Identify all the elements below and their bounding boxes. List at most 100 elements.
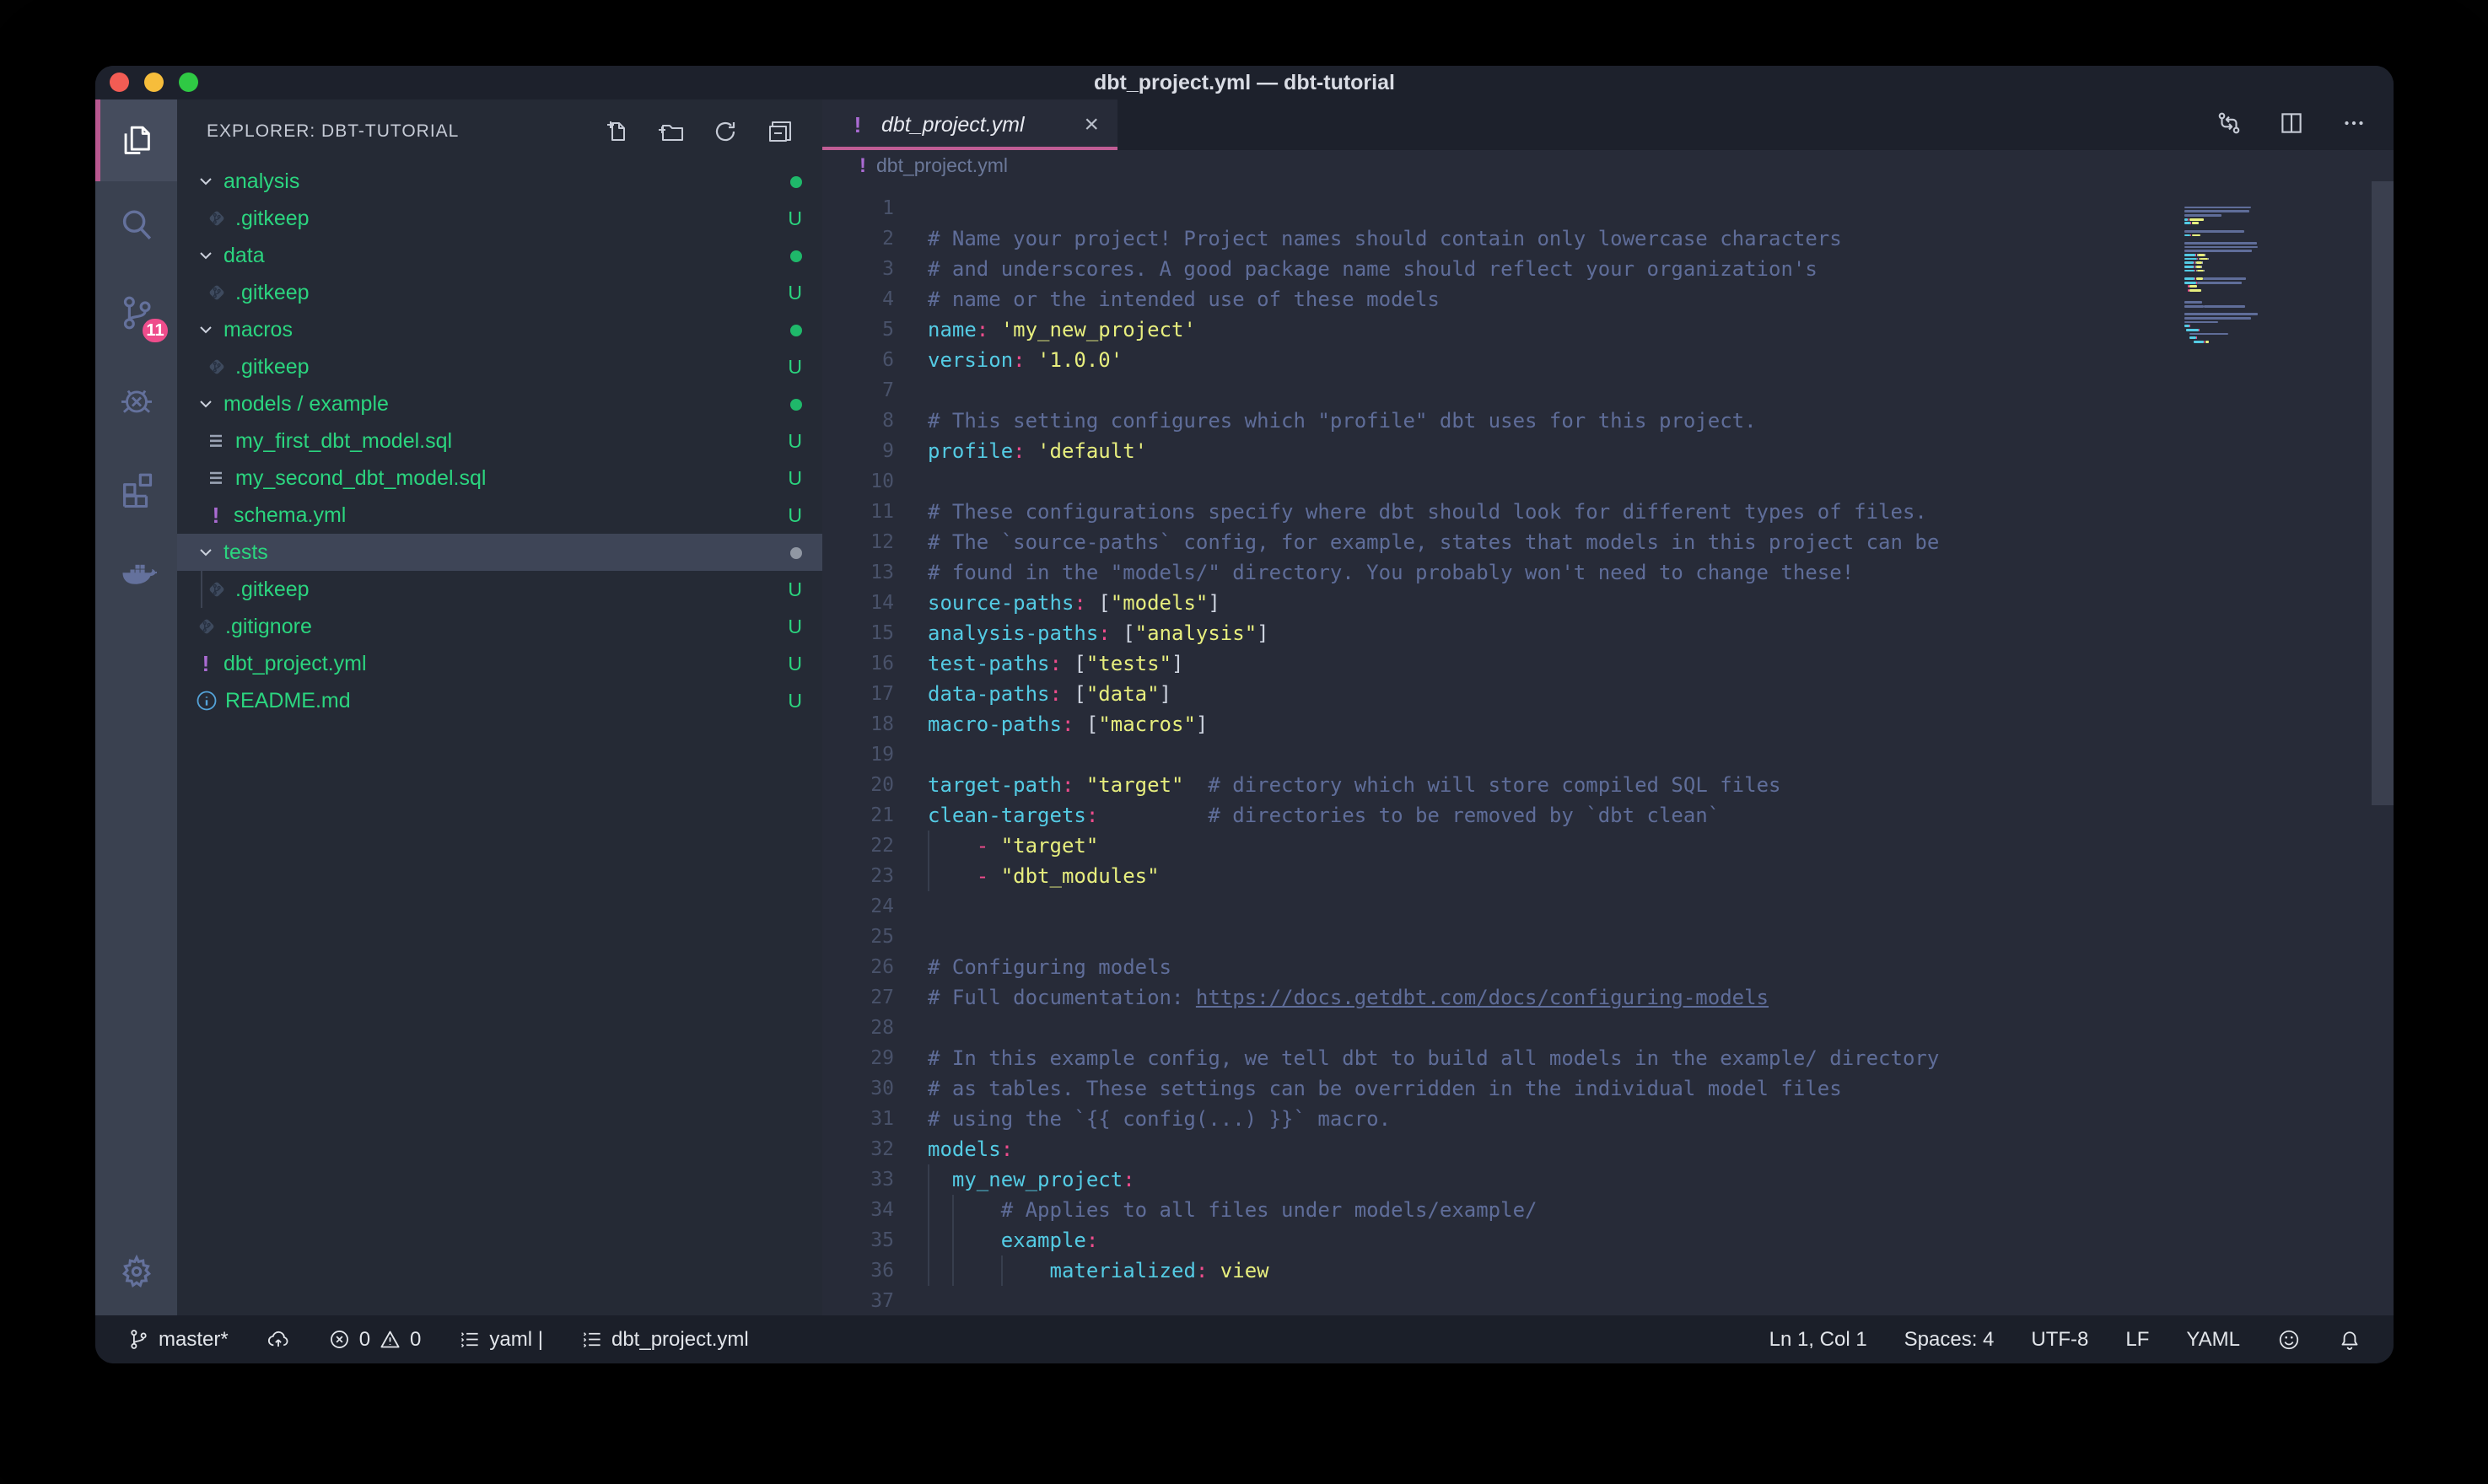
code-line-28[interactable]: 28 bbox=[822, 1013, 2394, 1043]
minimap[interactable] bbox=[2184, 202, 2353, 348]
code-line-30[interactable]: 30# as tables. These settings can be ove… bbox=[822, 1073, 2394, 1104]
code-line-10[interactable]: 10 bbox=[822, 466, 2394, 497]
tree-item-gitignore[interactable]: .gitignoreU bbox=[177, 608, 822, 645]
code-line-17[interactable]: 17data-paths: ["data"] bbox=[822, 679, 2394, 709]
tree-item-gitkeep[interactable]: .gitkeepU bbox=[177, 274, 822, 311]
code-line-14[interactable]: 14source-paths: ["models"] bbox=[822, 588, 2394, 618]
indent-guide bbox=[952, 1255, 954, 1286]
activity-docker[interactable] bbox=[95, 532, 177, 620]
code-line-6[interactable]: 6version: '1.0.0' bbox=[822, 345, 2394, 375]
statusbar-cursor-position[interactable]: Ln 1, Col 1 bbox=[1769, 1328, 1867, 1352]
minimize-window-button[interactable] bbox=[144, 73, 164, 92]
tree-item-my-second-dbt-model-sql[interactable]: my_second_dbt_model.sqlU bbox=[177, 460, 822, 497]
line-number: 6 bbox=[822, 349, 894, 371]
tree-item-gitkeep[interactable]: .gitkeepU bbox=[177, 200, 822, 237]
refresh-icon[interactable] bbox=[712, 118, 739, 145]
statusbar-notifications[interactable] bbox=[2338, 1328, 2361, 1352]
close-window-button[interactable] bbox=[110, 73, 129, 92]
code-line-24[interactable]: 24 bbox=[822, 891, 2394, 922]
traffic-lights bbox=[110, 73, 198, 92]
code-line-19[interactable]: 19 bbox=[822, 739, 2394, 770]
tree-item-schema-yml[interactable]: !schema.ymlU bbox=[177, 497, 822, 534]
code-line-25[interactable]: 25 bbox=[822, 922, 2394, 952]
tree-item-gitkeep[interactable]: .gitkeepU bbox=[177, 348, 822, 385]
code-line-9[interactable]: 9profile: 'default' bbox=[822, 436, 2394, 466]
activity-search[interactable] bbox=[95, 181, 177, 269]
titlebar[interactable]: dbt_project.yml — dbt-tutorial bbox=[95, 66, 2394, 99]
code-line-33[interactable]: 33 my_new_project: bbox=[822, 1164, 2394, 1195]
code-line-31[interactable]: 31# using the `{{ config(...) }}` macro. bbox=[822, 1104, 2394, 1134]
code-line-35[interactable]: 35 example: bbox=[822, 1225, 2394, 1255]
code-line-11[interactable]: 11# These configurations specify where d… bbox=[822, 497, 2394, 527]
more-actions-icon[interactable] bbox=[2340, 109, 2368, 137]
code-line-20[interactable]: 20target-path: "target" # directory whic… bbox=[822, 770, 2394, 800]
line-number: 3 bbox=[822, 258, 894, 280]
tree-item-macros[interactable]: macros bbox=[177, 311, 822, 348]
breadcrumb[interactable]: ! dbt_project.yml bbox=[822, 150, 2394, 181]
statusbar-publish-changes[interactable] bbox=[266, 1328, 291, 1351]
code-line-34[interactable]: 34 # Applies to all files under models/e… bbox=[822, 1195, 2394, 1225]
code-editor[interactable]: 12# Name your project! Project names sho… bbox=[822, 181, 2394, 1315]
new-file-icon[interactable] bbox=[602, 118, 629, 145]
code-line-8[interactable]: 8# This setting configures which "profil… bbox=[822, 406, 2394, 436]
statusbar-outline-language[interactable]: yaml | bbox=[458, 1328, 543, 1352]
statusbar-feedback[interactable] bbox=[2277, 1328, 2301, 1352]
statusbar-git-branch[interactable]: master* bbox=[127, 1328, 229, 1352]
statusbar-language-mode[interactable]: YAML bbox=[2186, 1328, 2240, 1352]
file-name: analysis bbox=[223, 169, 299, 194]
indent-guide bbox=[952, 1195, 954, 1225]
code-line-21[interactable]: 21clean-targets: # directories to be rem… bbox=[822, 800, 2394, 831]
code-line-32[interactable]: 32models: bbox=[822, 1134, 2394, 1164]
tab-dbt-project-yml[interactable]: ! dbt_project.yml × bbox=[822, 99, 1117, 150]
breadcrumb-file[interactable]: dbt_project.yml bbox=[876, 154, 1008, 177]
statusbar-problems[interactable]: 00 bbox=[328, 1328, 422, 1352]
code-line-7[interactable]: 7 bbox=[822, 375, 2394, 406]
tree-item-gitkeep[interactable]: .gitkeepU bbox=[177, 571, 822, 608]
activity-debug[interactable] bbox=[95, 357, 177, 444]
line-number: 23 bbox=[822, 865, 894, 887]
code-line-23[interactable]: 23 - "dbt_modules" bbox=[822, 861, 2394, 891]
tree-item-readme-md[interactable]: README.mdU bbox=[177, 682, 822, 719]
tree-item-analysis[interactable]: analysis bbox=[177, 163, 822, 200]
activity-extensions[interactable] bbox=[95, 444, 177, 532]
statusbar-encoding[interactable]: UTF-8 bbox=[2031, 1328, 2088, 1352]
code-line-36[interactable]: 36 materialized: view bbox=[822, 1255, 2394, 1286]
activity-settings[interactable] bbox=[95, 1228, 177, 1315]
tree-item-tests[interactable]: tests bbox=[177, 534, 822, 571]
code-line-12[interactable]: 12# The `source-paths` config, for examp… bbox=[822, 527, 2394, 557]
collapse-all-icon[interactable] bbox=[766, 118, 794, 145]
code-line-15[interactable]: 15analysis-paths: ["analysis"] bbox=[822, 618, 2394, 648]
code-line-16[interactable]: 16test-paths: ["tests"] bbox=[822, 648, 2394, 679]
code-line-22[interactable]: 22 - "target" bbox=[822, 831, 2394, 861]
tree-item-my-first-dbt-model-sql[interactable]: my_first_dbt_model.sqlU bbox=[177, 422, 822, 460]
tree-item-models-example[interactable]: models / example bbox=[177, 385, 822, 422]
code-line-4[interactable]: 4# name or the intended use of these mod… bbox=[822, 284, 2394, 315]
vertical-scrollbar[interactable] bbox=[2372, 181, 2394, 805]
code-line-37[interactable]: 37 bbox=[822, 1286, 2394, 1315]
open-changes-icon[interactable] bbox=[2215, 109, 2243, 137]
code-line-3[interactable]: 3# and underscores. A good package name … bbox=[822, 254, 2394, 284]
statusbar-eol[interactable]: LF bbox=[2125, 1328, 2149, 1352]
statusbar-indentation[interactable]: Spaces: 4 bbox=[1904, 1328, 1995, 1352]
line-number: 21 bbox=[822, 804, 894, 826]
scm-pending-badge: 11 bbox=[140, 316, 170, 345]
tree-item-dbt-project-yml[interactable]: !dbt_project.ymlU bbox=[177, 645, 822, 682]
code-line-2[interactable]: 2# Name your project! Project names shou… bbox=[822, 223, 2394, 254]
zoom-window-button[interactable] bbox=[179, 73, 198, 92]
code-line-5[interactable]: 5name: 'my_new_project' bbox=[822, 315, 2394, 345]
code-line-29[interactable]: 29# In this example config, we tell dbt … bbox=[822, 1043, 2394, 1073]
statusbar-label: 0 bbox=[410, 1328, 421, 1352]
code-line-1[interactable]: 1 bbox=[822, 193, 2394, 223]
code-line-26[interactable]: 26# Configuring models bbox=[822, 952, 2394, 982]
split-editor-icon[interactable] bbox=[2277, 109, 2306, 137]
activity-source-control[interactable]: 11 bbox=[95, 269, 177, 357]
statusbar-outline-file[interactable]: dbt_project.yml bbox=[580, 1328, 749, 1352]
code-line-27[interactable]: 27# Full documentation: https://docs.get… bbox=[822, 982, 2394, 1013]
tree-item-data[interactable]: data bbox=[177, 237, 822, 274]
close-tab-icon[interactable]: × bbox=[1084, 112, 1099, 137]
activity-explorer[interactable] bbox=[95, 99, 177, 181]
new-folder-icon[interactable] bbox=[656, 118, 685, 145]
window-title: dbt_project.yml — dbt-tutorial bbox=[1094, 71, 1395, 95]
code-line-13[interactable]: 13# found in the "models/" directory. Yo… bbox=[822, 557, 2394, 588]
code-line-18[interactable]: 18macro-paths: ["macros"] bbox=[822, 709, 2394, 739]
